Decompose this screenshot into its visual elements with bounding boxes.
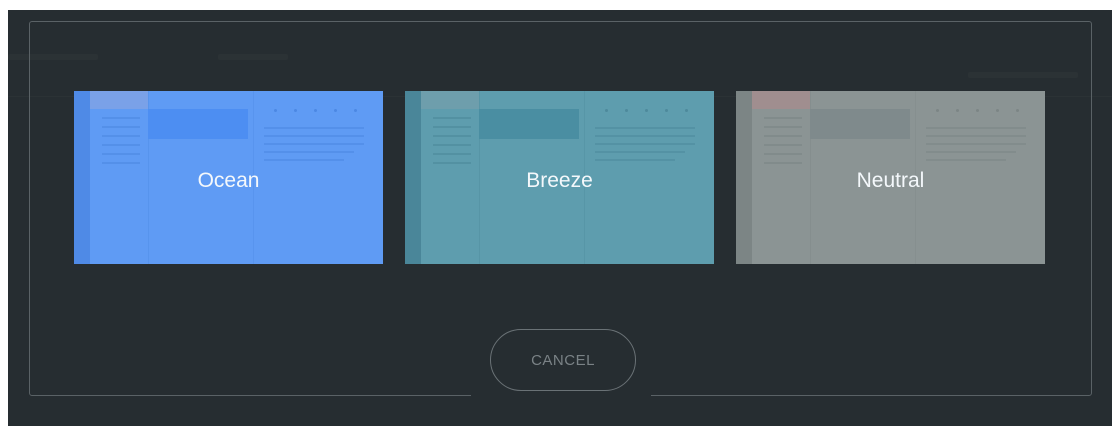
- preview-dot: [625, 109, 628, 112]
- preview-content-line: [595, 135, 695, 137]
- preview-content-line: [264, 151, 354, 153]
- preview-nav-line: [764, 144, 802, 146]
- preview-content-line: [264, 159, 344, 161]
- preview-header-block: [148, 109, 248, 139]
- preview-nav-line: [433, 162, 471, 164]
- preview-content-line: [595, 159, 675, 161]
- preview-content-line: [926, 151, 1016, 153]
- preview-dot: [996, 109, 999, 112]
- preview-nav-line: [433, 153, 471, 155]
- preview-dot: [1016, 109, 1019, 112]
- preview-dot: [334, 109, 337, 112]
- preview-nav-line: [102, 144, 140, 146]
- preview-dot: [294, 109, 297, 112]
- preview-nav-line: [764, 162, 802, 164]
- preview-content-line: [264, 127, 364, 129]
- theme-card-ocean[interactable]: Ocean: [74, 91, 383, 264]
- preview-nav-line: [433, 135, 471, 137]
- theme-card-neutral[interactable]: Neutral: [736, 91, 1045, 264]
- preview-dot: [685, 109, 688, 112]
- preview-dot: [645, 109, 648, 112]
- preview-content-line: [595, 151, 685, 153]
- preview-header-block: [810, 109, 910, 139]
- preview-nav-line: [433, 144, 471, 146]
- preview-nav-line: [764, 126, 802, 128]
- preview-nav-line: [764, 117, 802, 119]
- preview-nav-line: [433, 126, 471, 128]
- preview-dot: [274, 109, 277, 112]
- preview-content-line: [926, 159, 1006, 161]
- theme-picker-overlay: Ocean Breeze Neutral CANCEL: [8, 10, 1112, 426]
- preview-dot: [665, 109, 668, 112]
- theme-label: Breeze: [526, 169, 593, 192]
- preview-nav-line: [433, 117, 471, 119]
- preview-content-line: [264, 143, 364, 145]
- preview-content-line: [926, 127, 1026, 129]
- preview-content-line: [264, 135, 364, 137]
- preview-nav-line: [102, 117, 140, 119]
- preview-logo-block: [421, 91, 479, 109]
- preview-nav-line: [764, 153, 802, 155]
- preview-dot: [936, 109, 939, 112]
- preview-dot: [314, 109, 317, 112]
- theme-label: Neutral: [856, 169, 925, 192]
- preview-header-block: [479, 109, 579, 139]
- preview-dot: [605, 109, 608, 112]
- preview-dot: [354, 109, 357, 112]
- preview-nav-line: [102, 126, 140, 128]
- preview-content-line: [595, 127, 695, 129]
- preview-content-line: [926, 135, 1026, 137]
- preview-dot: [956, 109, 959, 112]
- preview-content-line: [595, 143, 695, 145]
- preview-nav-line: [102, 135, 140, 137]
- preview-nav-line: [102, 162, 140, 164]
- cancel-button[interactable]: CANCEL: [490, 329, 636, 391]
- preview-nav-line: [764, 135, 802, 137]
- preview-content-line: [926, 143, 1026, 145]
- theme-card-breeze[interactable]: Breeze: [405, 91, 714, 264]
- preview-logo-block: [90, 91, 148, 109]
- theme-label: Ocean: [197, 169, 260, 192]
- preview-dot: [976, 109, 979, 112]
- preview-nav-line: [102, 153, 140, 155]
- preview-logo-block: [752, 91, 810, 109]
